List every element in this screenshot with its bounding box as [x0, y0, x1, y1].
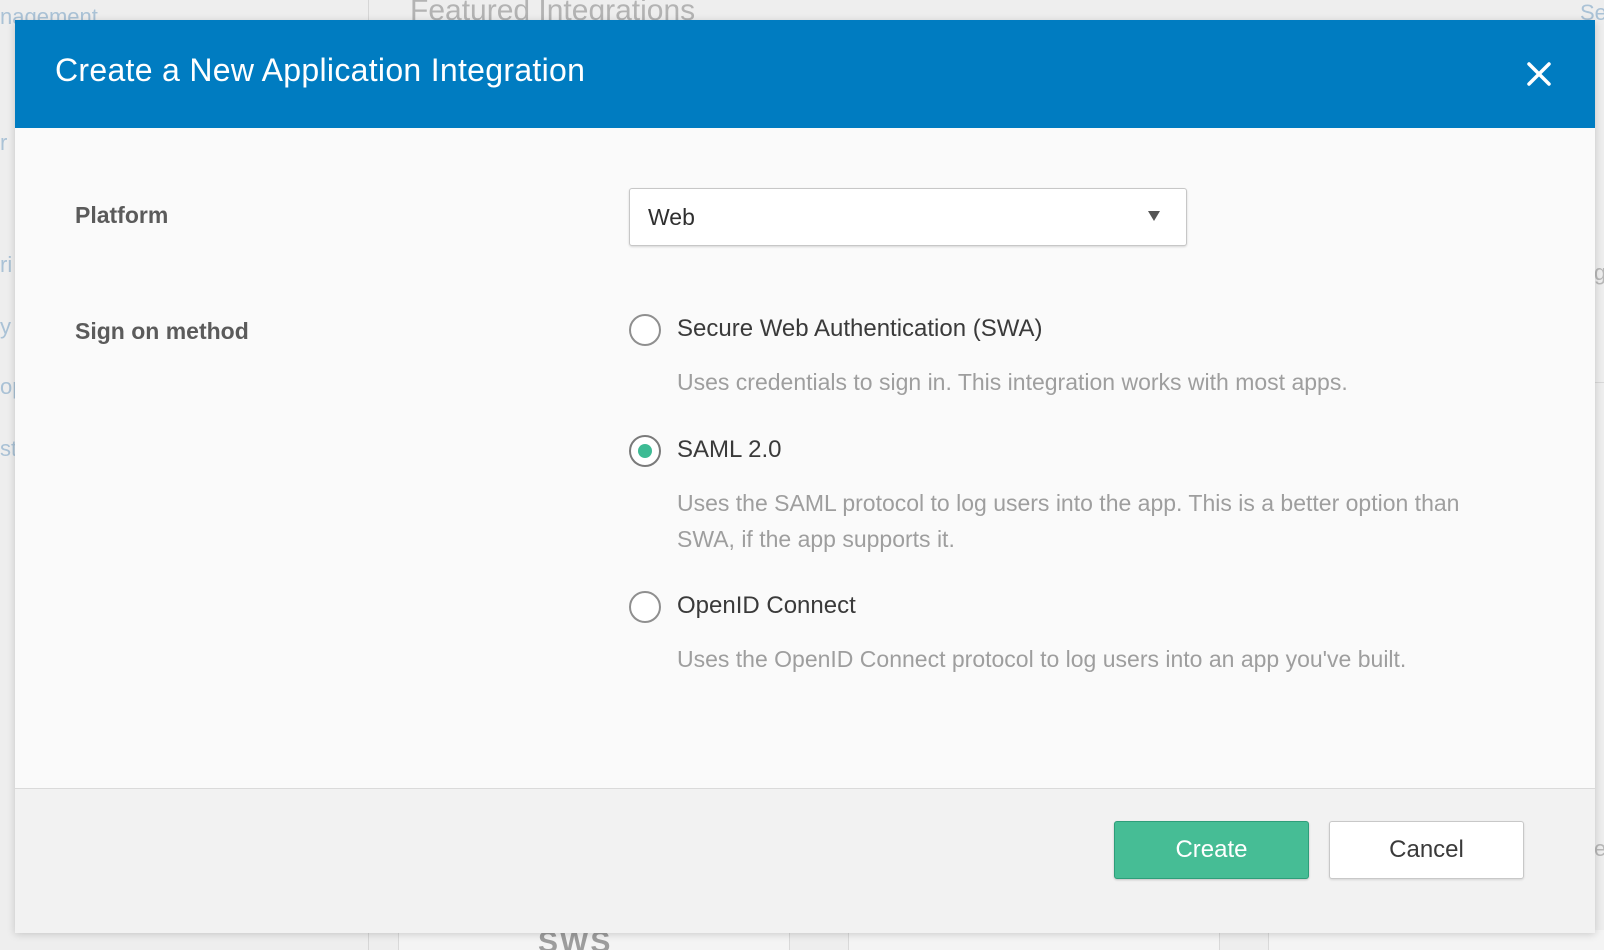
dialog-title: Create a New Application Integration [55, 52, 586, 88]
option-swa: Secure Web Authentication (SWA) Uses cre… [629, 314, 1529, 395]
create-button[interactable]: Create [1114, 821, 1309, 879]
right-panel-edge [1594, 382, 1604, 533]
dialog-body: Platform Web Sign on method Secure Web A… [15, 128, 1595, 828]
platform-label: Platform [75, 202, 169, 228]
cancel-button[interactable]: Cancel [1329, 821, 1524, 879]
dialog-footer: Create Cancel [15, 788, 1595, 933]
openid-radio-label[interactable]: OpenID Connect [677, 592, 856, 620]
integration-card [1268, 930, 1604, 950]
close-icon [1527, 62, 1551, 86]
swa-description: Uses credentials to sign in. This integr… [677, 369, 1348, 395]
right-text-fragment: g [1594, 260, 1604, 285]
caret-down-icon [1148, 211, 1160, 221]
openid-radio[interactable] [629, 591, 661, 623]
platform-select-value: Web [648, 204, 695, 230]
radio-selected-dot [638, 444, 652, 458]
saml-radio-label[interactable]: SAML 2.0 [677, 436, 782, 464]
saml-radio[interactable] [629, 435, 661, 467]
sidebar-text-fragment: r [0, 130, 8, 155]
option-saml: SAML 2.0 Uses the SAML protocol to log u… [629, 435, 1529, 555]
right-text-fragment: e [1594, 836, 1604, 861]
saml-description: Uses the SAML protocol to log users into… [677, 490, 1460, 552]
sign-on-method-label: Sign on method [75, 318, 249, 344]
platform-select[interactable]: Web [629, 188, 1187, 246]
dialog-header: Create a New Application Integration [15, 20, 1595, 128]
openid-description: Uses the OpenID Connect protocol to log … [677, 646, 1407, 672]
swa-radio[interactable] [629, 314, 661, 346]
integration-card [848, 930, 1220, 950]
close-button[interactable] [1523, 58, 1555, 90]
option-openid: OpenID Connect Uses the OpenID Connect p… [629, 591, 1529, 672]
create-app-integration-dialog: Create a New Application Integration Pla… [15, 20, 1595, 933]
sidebar-text-fragment: ri [0, 252, 13, 277]
swa-radio-label[interactable]: Secure Web Authentication (SWA) [677, 315, 1043, 343]
